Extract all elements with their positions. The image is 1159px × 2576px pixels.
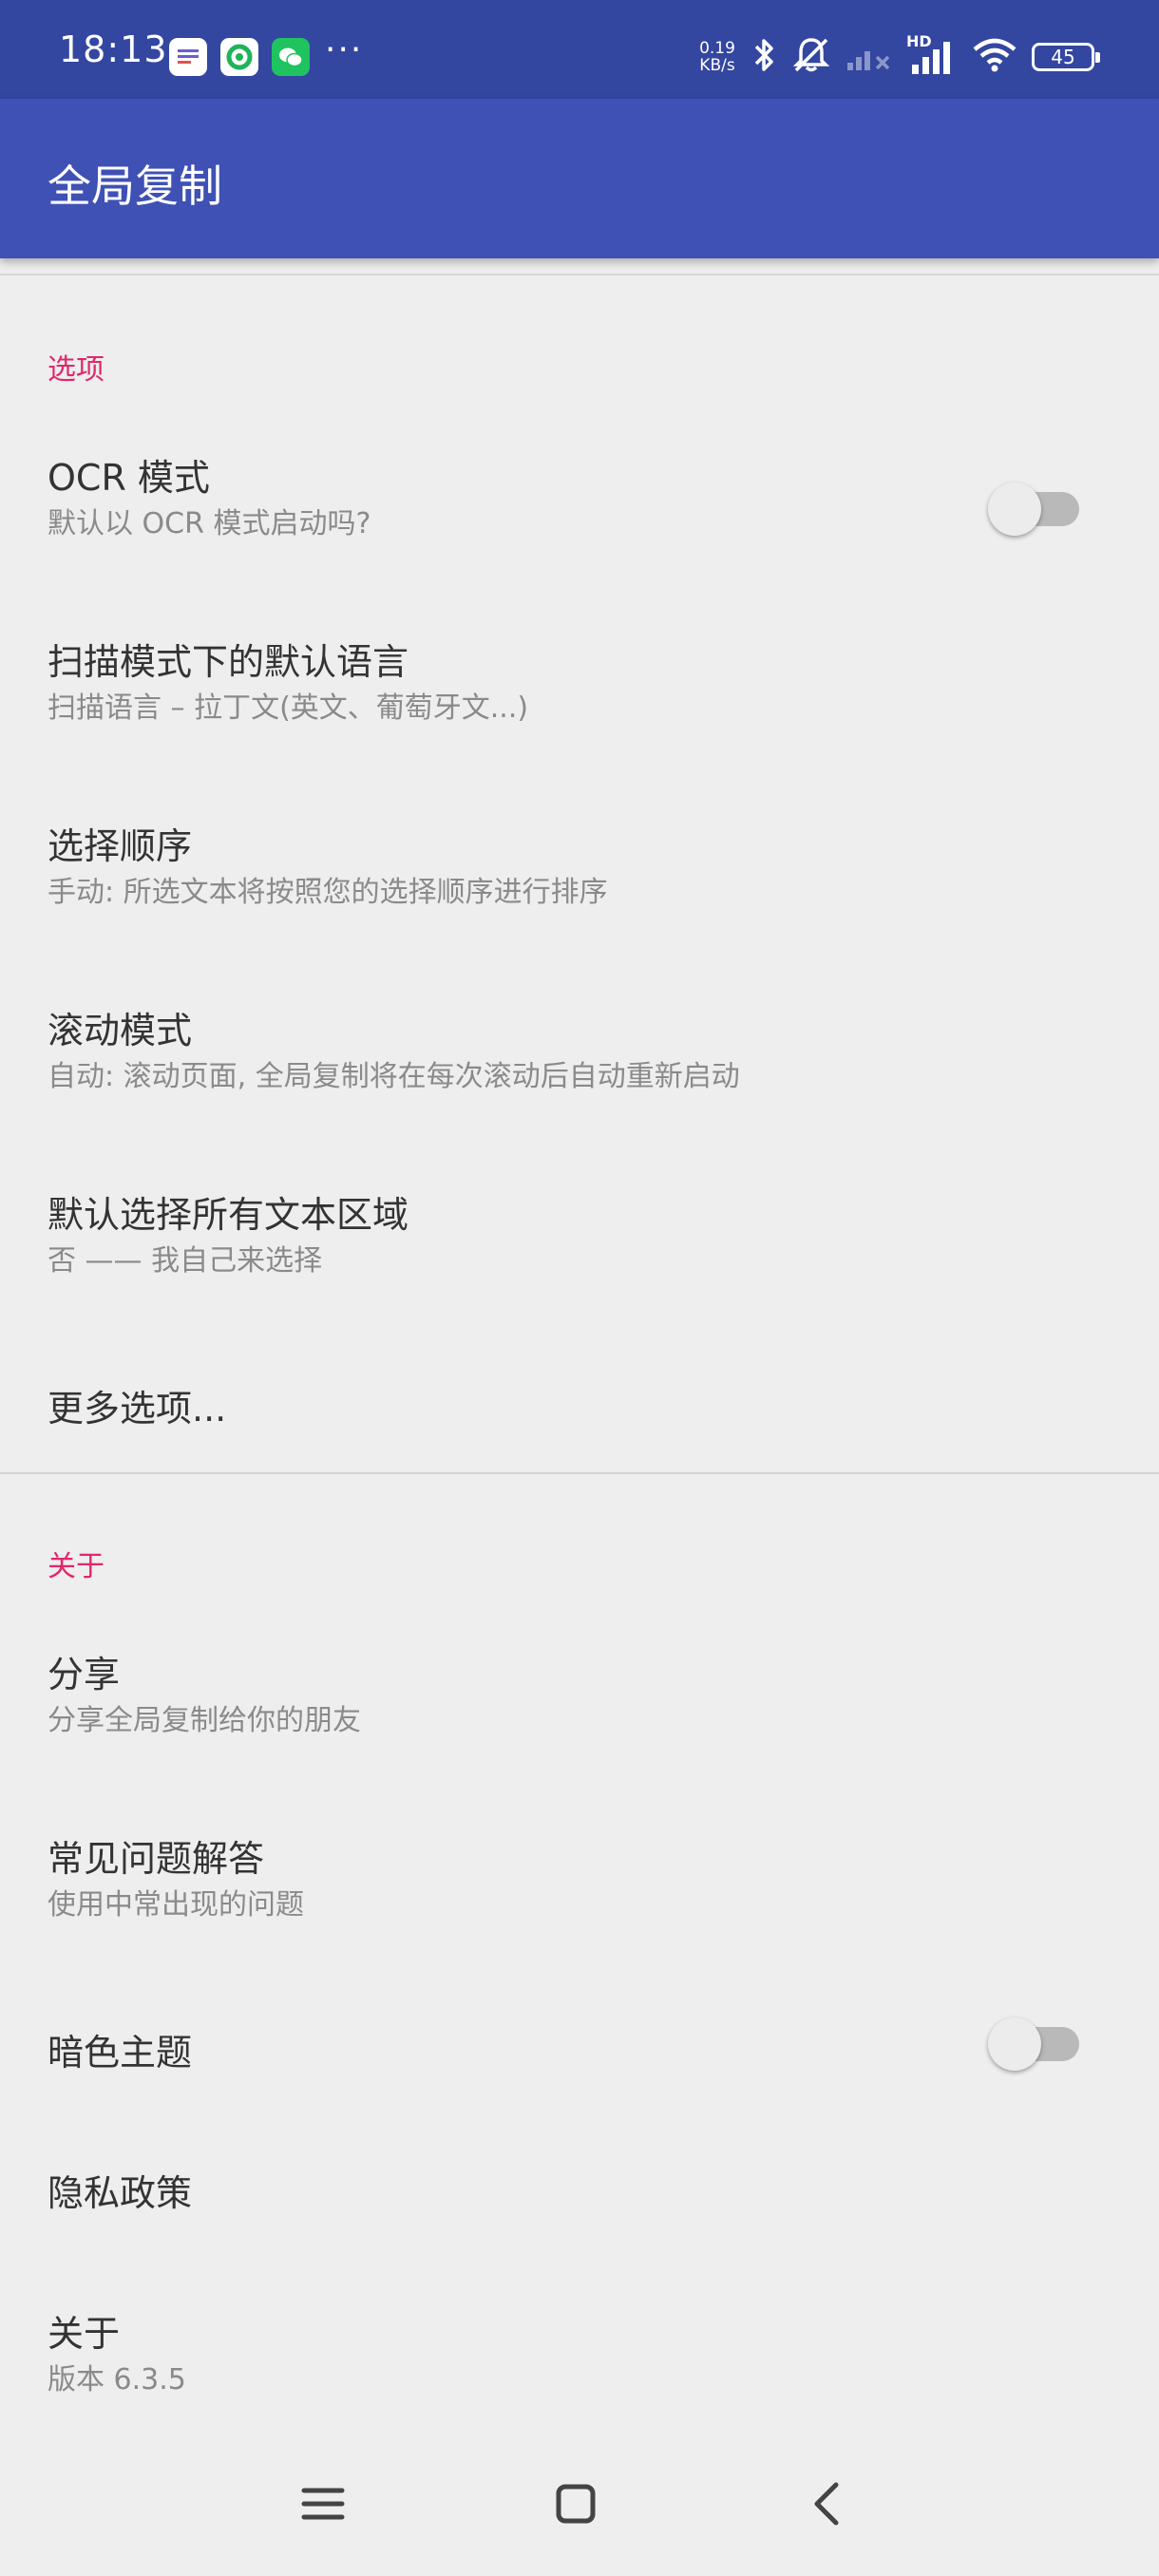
section-divider xyxy=(0,1472,1159,1474)
pref-summary: 使用中常出现的问题 xyxy=(48,1888,304,1922)
pref-selection-order[interactable]: 选择顺序 手动: 所选文本将按照您的选择顺序进行排序 xyxy=(0,796,1159,969)
wechat-icon xyxy=(272,38,310,76)
pref-title: 隐私政策 xyxy=(48,2172,193,2214)
pref-summary: 否 —— 我自己来选择 xyxy=(48,1244,323,1278)
battery-icon: 45 xyxy=(1032,43,1100,71)
ocr-mode-switch[interactable] xyxy=(988,479,1079,536)
pref-dark-theme[interactable]: 暗色主题 xyxy=(0,2014,1159,2147)
home-button[interactable] xyxy=(545,2473,606,2534)
navigation-bar xyxy=(0,2432,1159,2576)
pref-title: 暗色主题 xyxy=(48,2032,193,2074)
pref-title: 选择顺序 xyxy=(48,825,193,867)
pref-ocr-mode[interactable]: OCR 模式 默认以 OCR 模式启动吗? xyxy=(0,427,1159,600)
home-icon xyxy=(556,2484,596,2524)
menu-button[interactable] xyxy=(293,2473,353,2534)
pref-privacy-policy[interactable]: 隐私政策 xyxy=(0,2143,1159,2276)
signal-hd-icon: HD xyxy=(906,32,958,78)
pref-title: 更多选项... xyxy=(48,1388,227,1430)
back-icon xyxy=(814,2482,839,2526)
pref-share[interactable]: 分享 分享全局复制给你的朋友 xyxy=(0,1624,1159,1797)
status-bar: 18:13 ··· 0.19 KB/s HD 45 xyxy=(0,0,1159,99)
switch-thumb xyxy=(988,2017,1041,2071)
section-header-about: 关于 xyxy=(48,1550,104,1583)
pref-summary: 默认以 OCR 模式启动吗? xyxy=(48,507,371,540)
network-speed: 0.19 KB/s xyxy=(699,39,735,75)
pref-more-options[interactable]: 更多选项... xyxy=(0,1351,1159,1484)
pref-faq[interactable]: 常见问题解答 使用中常出现的问题 xyxy=(0,1809,1159,1981)
app-bar: 全局复制 xyxy=(0,99,1159,258)
switch-thumb xyxy=(988,483,1041,536)
wifi-icon xyxy=(971,36,1018,78)
green-app-icon xyxy=(220,38,258,76)
top-divider xyxy=(0,274,1159,275)
more-notifications-icon: ··· xyxy=(325,30,364,69)
notification-icons xyxy=(169,38,310,76)
back-button[interactable] xyxy=(798,2473,859,2534)
pref-title: 扫描模式下的默认语言 xyxy=(48,641,409,683)
section-header-options: 选项 xyxy=(48,353,104,387)
page-title: 全局复制 xyxy=(48,161,222,212)
pref-summary: 手动: 所选文本将按照您的选择顺序进行排序 xyxy=(48,876,608,909)
pref-summary: 版本 6.3.5 xyxy=(48,2363,186,2396)
status-icons: 0.19 KB/s HD 45 xyxy=(695,32,1100,80)
menu-icon xyxy=(301,2488,345,2520)
bluetooth-icon xyxy=(752,36,777,78)
muted-bell-icon xyxy=(790,34,832,80)
pref-summary: 分享全局复制给你的朋友 xyxy=(48,1704,361,1737)
pref-summary: 扫描语言 – 拉丁文(英文、葡萄牙文...) xyxy=(48,691,529,725)
pref-title: 关于 xyxy=(48,2313,121,2355)
pref-title: 常见问题解答 xyxy=(48,1838,265,1880)
status-time: 18:13 xyxy=(59,28,168,70)
pref-title: 分享 xyxy=(48,1654,121,1695)
pref-scan-language[interactable]: 扫描模式下的默认语言 扫描语言 – 拉丁文(英文、葡萄牙文...) xyxy=(0,612,1159,785)
dark-theme-switch[interactable] xyxy=(988,2014,1079,2071)
pref-summary: 自动: 滚动页面, 全局复制将在每次滚动后自动重新启动 xyxy=(48,1060,740,1093)
signal-icon xyxy=(846,36,893,78)
pref-scroll-mode[interactable]: 滚动模式 自动: 滚动页面, 全局复制将在每次滚动后自动重新启动 xyxy=(0,980,1159,1153)
pref-title: 默认选择所有文本区域 xyxy=(48,1194,409,1236)
pref-title: 滚动模式 xyxy=(48,1010,193,1051)
message-app-icon xyxy=(169,38,207,76)
pref-select-all[interactable]: 默认选择所有文本区域 否 —— 我自己来选择 xyxy=(0,1165,1159,1337)
pref-title: OCR 模式 xyxy=(48,457,210,499)
